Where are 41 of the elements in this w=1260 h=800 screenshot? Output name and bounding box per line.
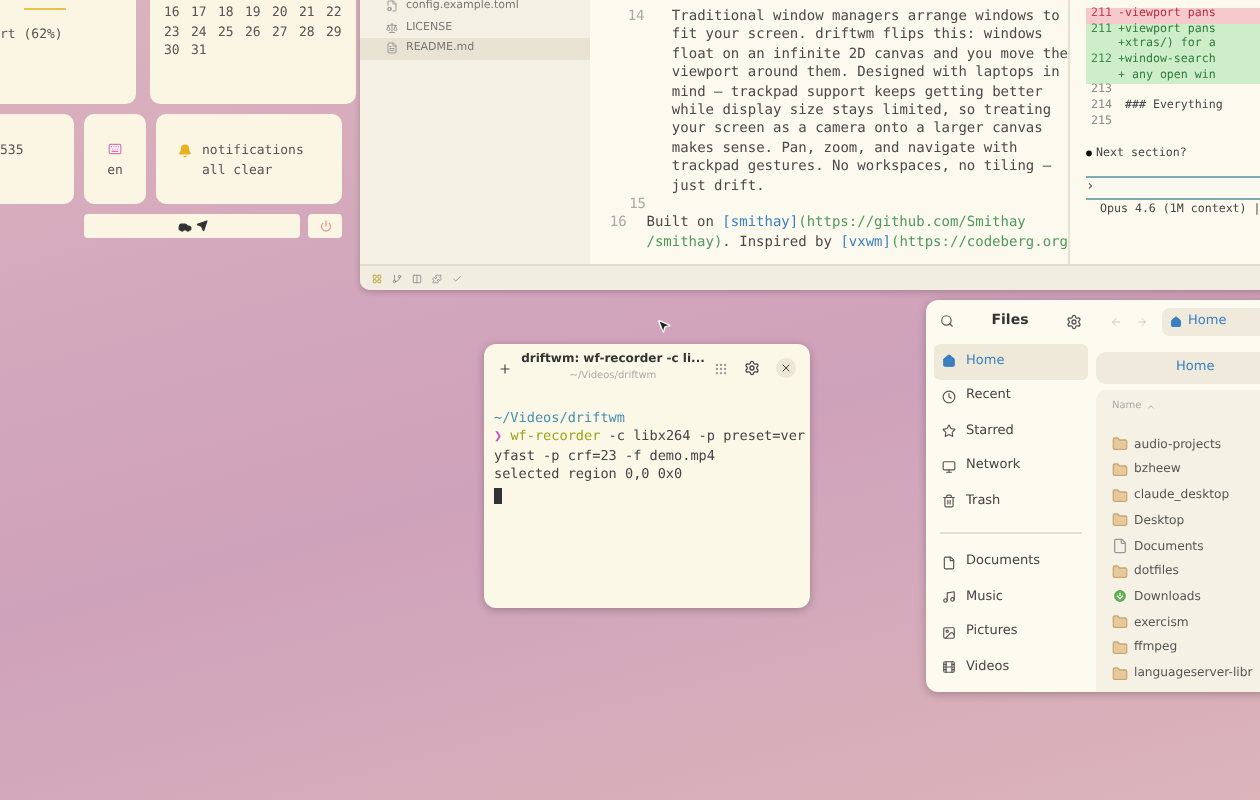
trash-icon xyxy=(942,494,956,509)
documents-icon xyxy=(942,555,956,570)
car-icon[interactable] xyxy=(177,219,191,233)
home-icon xyxy=(1170,315,1182,327)
download-icon xyxy=(1112,588,1128,605)
folder-icon xyxy=(1112,512,1128,529)
status-icon[interactable] xyxy=(392,273,402,283)
starred-icon xyxy=(942,424,956,439)
folder-icon xyxy=(1112,436,1128,453)
status-icon[interactable] xyxy=(412,273,422,283)
back-icon[interactable] xyxy=(1110,315,1122,327)
videos-icon xyxy=(942,660,956,675)
power-icon xyxy=(319,220,331,232)
status-icon[interactable] xyxy=(372,273,382,283)
status-icon[interactable] xyxy=(432,273,442,283)
bell-icon xyxy=(178,144,192,158)
folder-icon xyxy=(1112,462,1128,479)
recent-icon xyxy=(942,389,956,404)
terminal-cursor xyxy=(494,487,502,504)
music-icon xyxy=(942,590,956,605)
folder-icon xyxy=(1112,665,1128,682)
folder-icon xyxy=(1112,639,1128,656)
new-tab-icon[interactable] xyxy=(498,361,512,375)
folder-icon xyxy=(1112,614,1128,631)
close-button[interactable] xyxy=(776,358,796,378)
send-icon[interactable] xyxy=(195,220,207,232)
settings-icon[interactable] xyxy=(744,360,760,376)
network-icon xyxy=(942,459,956,474)
power-button[interactable] xyxy=(308,214,342,238)
folder-icon xyxy=(1112,487,1128,504)
close-icon xyxy=(780,362,792,374)
folder-icon xyxy=(1112,563,1128,580)
pictures-icon xyxy=(942,625,956,640)
search-icon[interactable] xyxy=(940,314,954,328)
sort-icon xyxy=(1145,402,1156,412)
home-icon xyxy=(942,354,956,369)
pointer-icon xyxy=(656,318,672,334)
status-icon[interactable] xyxy=(452,273,462,283)
grid-icon[interactable] xyxy=(714,361,728,375)
settings-icon[interactable] xyxy=(1066,313,1082,329)
keyboard-icon xyxy=(108,142,122,156)
